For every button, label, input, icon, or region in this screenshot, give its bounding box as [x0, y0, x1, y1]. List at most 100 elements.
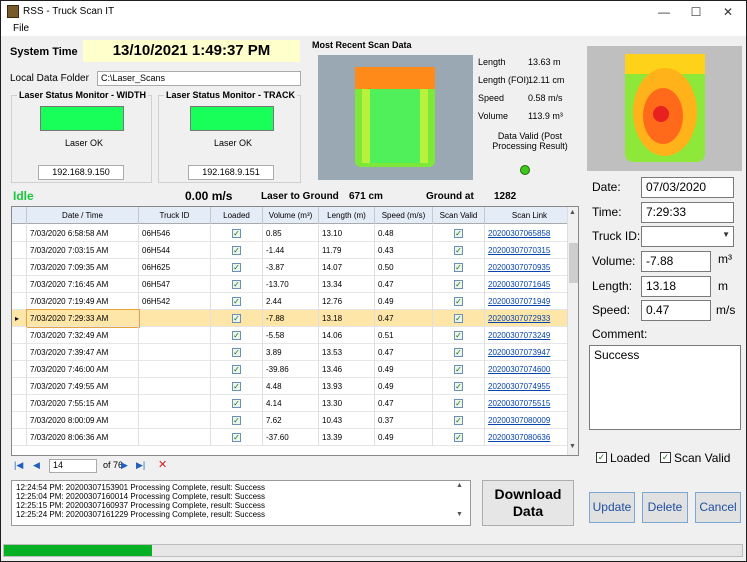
table-cell[interactable] [139, 361, 211, 378]
table-cell[interactable]: 7/03/2020 8:00:09 AM [27, 412, 139, 429]
scan-valid-row-checkbox[interactable]: ✓ [454, 399, 463, 408]
table-cell[interactable]: 7/03/2020 7:32:49 AM [27, 327, 139, 344]
table-cell[interactable]: 7/03/2020 6:58:58 AM [27, 225, 139, 242]
chevron-down-icon[interactable]: ▼ [722, 230, 730, 239]
table-cell[interactable]: -37.60 [263, 429, 319, 446]
local-folder-field[interactable]: C:\Laser_Scans [97, 71, 301, 86]
scan-valid-cell[interactable]: ✓ [433, 259, 485, 276]
row-header[interactable] [12, 276, 27, 293]
table-cell[interactable]: 7/03/2020 7:39:47 AM [27, 344, 139, 361]
first-record-icon[interactable]: |◀ [14, 460, 23, 471]
scan-valid-row-checkbox[interactable]: ✓ [454, 314, 463, 323]
scan-valid-cell[interactable]: ✓ [433, 361, 485, 378]
scan-valid-cell[interactable]: ✓ [433, 395, 485, 412]
scan-valid-row-checkbox[interactable]: ✓ [454, 280, 463, 289]
row-header[interactable] [12, 361, 27, 378]
table-row[interactable]: 7/03/2020 7:09:35 AM 06H625 ✓ -3.87 14.07 0.5… [12, 259, 575, 276]
table-cell[interactable] [139, 378, 211, 395]
table-cell[interactable]: 4.14 [263, 395, 319, 412]
loaded-cell[interactable]: ✓ [211, 242, 263, 259]
loaded-row-checkbox[interactable]: ✓ [232, 263, 241, 272]
loaded-cell[interactable]: ✓ [211, 276, 263, 293]
table-cell[interactable]: 7/03/2020 7:49:55 AM [27, 378, 139, 395]
table-cell[interactable]: 06H542 [139, 293, 211, 310]
table-cell[interactable]: 0.37 [375, 412, 433, 429]
scan-link[interactable]: 20200307070935 [485, 259, 575, 276]
scan-valid-row-checkbox[interactable]: ✓ [454, 365, 463, 374]
prev-record-icon[interactable]: ◀ [33, 460, 40, 471]
loaded-checkbox[interactable]: ✓ [596, 452, 607, 463]
current-row-arrow-icon[interactable]: ▸ [12, 310, 27, 327]
scan-valid-row-checkbox[interactable]: ✓ [454, 416, 463, 425]
table-cell[interactable]: 0.48 [375, 225, 433, 242]
table-cell[interactable]: 13.18 [319, 310, 375, 327]
loaded-row-checkbox[interactable]: ✓ [232, 399, 241, 408]
row-header[interactable] [12, 429, 27, 446]
table-row[interactable]: 7/03/2020 8:06:36 AM ✓ -37.60 13.39 0.49 ✓ 202… [12, 429, 575, 446]
table-cell[interactable]: 13.10 [319, 225, 375, 242]
scan-valid-cell[interactable]: ✓ [433, 344, 485, 361]
scroll-thumb[interactable] [569, 243, 578, 283]
table-cell[interactable]: 7/03/2020 7:16:45 AM [27, 276, 139, 293]
scan-valid-cell[interactable]: ✓ [433, 276, 485, 293]
loaded-row-checkbox[interactable]: ✓ [232, 297, 241, 306]
table-cell[interactable]: 7/03/2020 7:46:00 AM [27, 361, 139, 378]
scan-link[interactable]: 20200307074955 [485, 378, 575, 395]
table-cell[interactable]: 7/03/2020 8:06:36 AM [27, 429, 139, 446]
table-cell[interactable]: 0.50 [375, 259, 433, 276]
scan-link[interactable]: 20200307071645 [485, 276, 575, 293]
scan-valid-row-checkbox[interactable]: ✓ [454, 263, 463, 272]
table-cell[interactable] [139, 344, 211, 361]
table-cell[interactable]: 0.49 [375, 429, 433, 446]
table-cell[interactable]: 7/03/2020 7:19:49 AM [27, 293, 139, 310]
table-cell[interactable]: 13.46 [319, 361, 375, 378]
scan-valid-cell[interactable]: ✓ [433, 429, 485, 446]
loaded-row-checkbox[interactable]: ✓ [232, 382, 241, 391]
grid-scrollbar[interactable]: ▲ ▼ [567, 207, 578, 455]
table-cell[interactable]: 0.85 [263, 225, 319, 242]
date-field[interactable]: 07/03/2020 [641, 177, 734, 198]
menu-file[interactable]: File [13, 23, 29, 34]
loaded-cell[interactable]: ✓ [211, 344, 263, 361]
time-field[interactable]: 7:29:33 [641, 202, 734, 223]
table-cell[interactable]: 0.47 [375, 276, 433, 293]
speed-field[interactable]: 0.47 [641, 300, 711, 321]
scan-valid-row-checkbox[interactable]: ✓ [454, 229, 463, 238]
table-row[interactable]: 7/03/2020 7:32:49 AM ✓ -5.58 14.06 0.51 ✓ 2020… [12, 327, 575, 344]
maximize-button[interactable]: ☐ [681, 3, 711, 21]
table-row[interactable]: 7/03/2020 7:49:55 AM ✓ 4.48 13.93 0.49 ✓ 20200… [12, 378, 575, 395]
table-cell[interactable] [139, 412, 211, 429]
table-cell[interactable]: 13.34 [319, 276, 375, 293]
loaded-cell[interactable]: ✓ [211, 225, 263, 242]
download-data-button[interactable]: Download Data [482, 480, 574, 526]
table-cell[interactable]: 0.47 [375, 395, 433, 412]
loaded-row-checkbox[interactable]: ✓ [232, 433, 241, 442]
table-cell[interactable]: -7.88 [263, 310, 319, 327]
table-cell[interactable]: 06H544 [139, 242, 211, 259]
scan-valid-cell[interactable]: ✓ [433, 412, 485, 429]
delete-button[interactable]: Delete [642, 492, 688, 523]
table-cell[interactable]: -13.70 [263, 276, 319, 293]
table-cell[interactable]: 13.53 [319, 344, 375, 361]
table-cell[interactable]: 2.44 [263, 293, 319, 310]
scan-valid-cell[interactable]: ✓ [433, 225, 485, 242]
table-cell[interactable]: 06H546 [139, 225, 211, 242]
table-row[interactable]: 7/03/2020 7:55:15 AM ✓ 4.14 13.30 0.47 ✓ 20200… [12, 395, 575, 412]
table-cell[interactable] [139, 395, 211, 412]
loaded-cell[interactable]: ✓ [211, 327, 263, 344]
table-cell[interactable]: 13.93 [319, 378, 375, 395]
loaded-cell[interactable]: ✓ [211, 378, 263, 395]
table-cell[interactable]: 0.47 [375, 344, 433, 361]
scan-valid-cell[interactable]: ✓ [433, 378, 485, 395]
table-cell[interactable]: -5.58 [263, 327, 319, 344]
table-cell[interactable] [139, 310, 211, 327]
close-button[interactable]: ✕ [713, 3, 743, 21]
scan-grid[interactable]: Date / Time Truck ID Loaded Volume (m³) Leng… [11, 206, 579, 456]
scan-valid-row-checkbox[interactable]: ✓ [454, 348, 463, 357]
table-cell[interactable]: 0.49 [375, 293, 433, 310]
table-cell[interactable]: 06H547 [139, 276, 211, 293]
scan-link[interactable]: 20200307080636 [485, 429, 575, 446]
scroll-up-icon[interactable]: ▲ [569, 209, 576, 216]
table-cell[interactable] [139, 327, 211, 344]
scan-valid-cell[interactable]: ✓ [433, 310, 485, 327]
